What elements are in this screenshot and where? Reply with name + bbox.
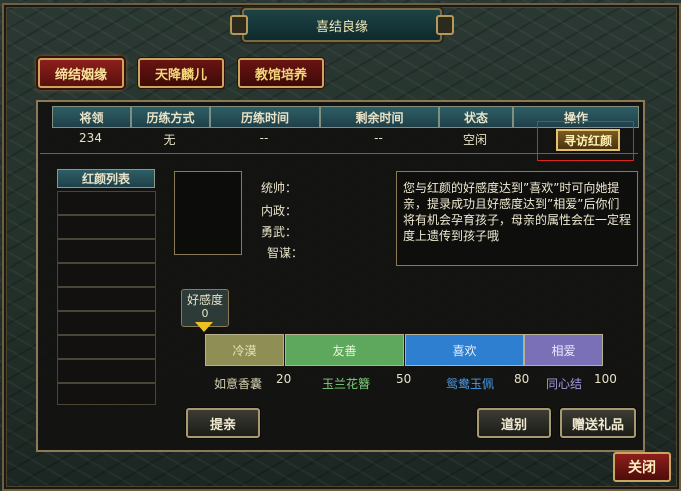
threshold-100: 100 [594,372,617,386]
threshold-20: 20 [276,372,292,386]
col-header-general: 将领 [52,106,131,128]
attr-command: 统帅： [261,181,298,195]
cell-general: 234 [79,131,102,145]
cell-remaining: -- [374,131,383,145]
beauty-list-slot[interactable] [57,335,156,359]
beauty-portrait [174,171,242,255]
col-header-status: 状态 [439,106,513,128]
tab-heir[interactable]: 天降麟儿 [138,58,224,88]
threshold-50: 50 [396,372,412,386]
beauty-list-slot[interactable] [57,263,156,287]
gift-jade-pendant: 鸳鸯玉佩 [446,377,495,391]
give-gift-button[interactable]: 赠送礼品 [560,408,636,438]
beauty-list-slot[interactable] [57,311,156,335]
beauty-list-slot[interactable] [57,383,156,405]
favor-pointer-icon [195,322,213,332]
propose-button[interactable]: 提亲 [186,408,260,438]
favor-value: 0 [201,307,209,320]
col-header-remaining: 剩余时间 [320,106,439,128]
beauty-list-slot[interactable] [57,239,156,263]
cell-status: 空闲 [462,133,487,147]
col-header-train-time: 历练时间 [210,106,320,128]
beauty-list-slot[interactable] [57,191,156,215]
description-text: 您与红颜的好感度达到”喜欢”时可向她提亲，提录成功且好感度达到”相爱”后你们将有… [403,181,632,243]
gift-tongxin-knot: 同心结 [546,377,583,391]
farewell-button[interactable]: 道别 [477,408,551,438]
attr-valor: 勇武： [261,225,298,239]
highlight-box [537,121,634,161]
favor-segment-love: 相爱 [524,334,603,366]
col-header-method: 历练方式 [131,106,210,128]
gift-xiangnang: 如意香囊 [214,377,263,391]
favor-segment-friendly: 友善 [285,334,404,366]
row-divider [40,153,638,154]
title-bar: 喜结良缘 [230,8,454,42]
tab-marriage[interactable]: 缔结姻缘 [38,58,124,88]
tab-school[interactable]: 教馆培养 [238,58,324,88]
beauty-list-slot[interactable] [57,215,156,239]
gift-yulan-hairpin: 玉兰花簪 [322,377,371,391]
cell-train-time: -- [259,131,269,145]
close-button[interactable]: 关闭 [613,452,671,482]
favor-segment-like: 喜欢 [405,334,524,366]
favor-segment-indifferent: 冷漠 [205,334,284,366]
window-title: 喜结良缘 [315,20,368,35]
beauty-list-header: 红颜列表 [57,169,155,188]
threshold-80: 80 [514,372,530,386]
attr-politics: 内政： [261,204,298,218]
attr-strategy: 智谋： [267,246,304,260]
beauty-list-slot[interactable] [57,287,156,311]
cell-method: 无 [163,133,176,147]
beauty-list-slot[interactable] [57,359,156,383]
favor-label: 好感度 [186,293,223,307]
